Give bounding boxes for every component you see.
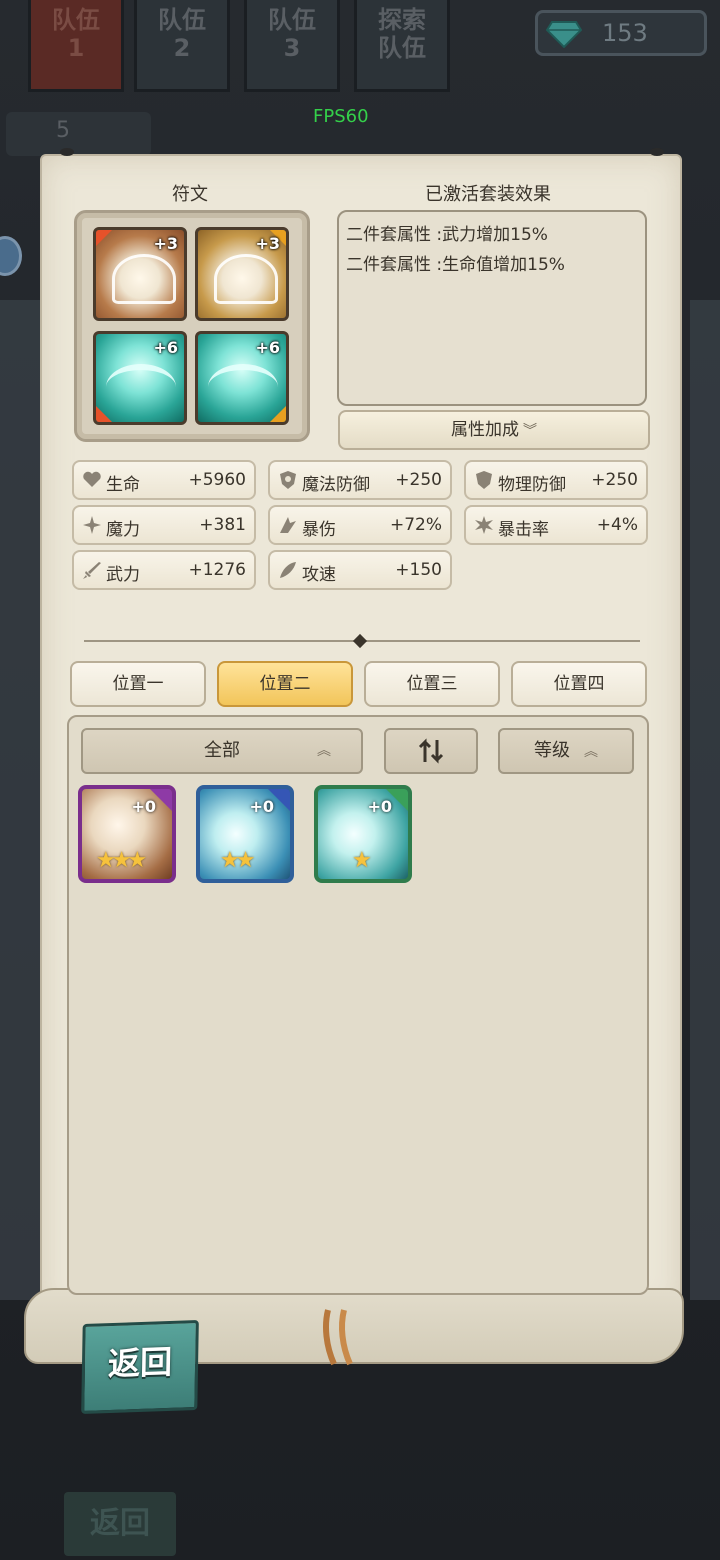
- stat-physical-defense: 物理防御 +250: [464, 460, 648, 500]
- stat-value: +4%: [596, 515, 638, 535]
- stat-magic-defense: 魔法防御 +250: [268, 460, 452, 500]
- attribute-bonus-button[interactable]: 属性加成 ︾: [338, 410, 650, 450]
- set-effect-box: 二件套属性 :武力增加15% 二件套属性 :生命值增加15%: [337, 210, 647, 406]
- rune-slot-2[interactable]: +3: [195, 227, 289, 321]
- stat-value: +150: [395, 560, 442, 580]
- rune-slot-4[interactable]: +6: [195, 331, 289, 425]
- sort-order-button[interactable]: [384, 728, 478, 774]
- item-level: +0: [249, 797, 274, 816]
- inventory-rune-item[interactable]: +0 ★: [314, 785, 412, 883]
- star-rating-icon: ★: [352, 848, 372, 873]
- rune-level: +3: [153, 234, 178, 253]
- stat-value: +381: [199, 515, 246, 535]
- sort-level-label: 等级: [534, 740, 570, 761]
- back-button[interactable]: 返回: [81, 1320, 199, 1414]
- background-squad-count: 5: [6, 112, 151, 156]
- background-pillar-right: [690, 300, 720, 1300]
- set-effect-title: 已激活套装效果: [425, 184, 551, 205]
- stat-name: 魔力: [106, 520, 140, 540]
- stat-name: 暴伤: [302, 520, 336, 540]
- magic-shield-icon: [280, 471, 296, 489]
- shield-icon: [476, 471, 492, 489]
- item-level: +0: [367, 797, 392, 816]
- gem-count: 153: [602, 19, 648, 47]
- chevron-up-icon: ︽: [317, 743, 331, 759]
- equipped-rune-frame: +3 +3 +6 +6: [74, 210, 310, 442]
- stat-value: +250: [591, 470, 638, 490]
- stat-value: +250: [395, 470, 442, 490]
- rune-level: +6: [153, 338, 178, 357]
- item-level: +0: [131, 797, 156, 816]
- stat-value: +1276: [188, 560, 246, 580]
- heart-icon: [83, 471, 101, 487]
- sparkle-icon: [83, 516, 101, 534]
- inventory-rune-item[interactable]: +0 ★★: [196, 785, 294, 883]
- stat-value: +5960: [188, 470, 246, 490]
- gem-counter: 153: [535, 10, 707, 56]
- star-rating-icon: ★★★: [96, 848, 147, 873]
- background-back-button: 返回: [64, 1492, 176, 1556]
- scroll-tie-icon: [323, 1309, 353, 1366]
- stat-name: 物理防御: [498, 475, 566, 495]
- stat-name: 攻速: [302, 565, 336, 585]
- stat-crit-rate: 暴击率 +4%: [464, 505, 648, 545]
- tab-position-4[interactable]: 位置四: [511, 661, 647, 707]
- background-pillar-left: [0, 300, 40, 1300]
- rune-slot-3[interactable]: +6: [93, 331, 187, 425]
- set-effect-line: 二件套属性 :武力增加15%: [346, 225, 548, 245]
- team-tab-1[interactable]: 队伍 1: [28, 0, 124, 92]
- sort-level-button[interactable]: 等级 ︽: [498, 728, 634, 774]
- tab-position-3[interactable]: 位置三: [364, 661, 500, 707]
- scroll-pin-left: [60, 148, 74, 156]
- speed-icon: [280, 562, 296, 578]
- fps-counter: FPS60: [313, 106, 369, 127]
- stat-value: +72%: [389, 515, 442, 535]
- stat-name: 武力: [106, 565, 140, 585]
- set-effect-line: 二件套属性 :生命值增加15%: [346, 255, 565, 275]
- filter-all-label: 全部: [204, 740, 240, 761]
- attribute-bonus-label: 属性加成: [451, 420, 519, 440]
- chevron-down-icon: ︾: [523, 423, 537, 439]
- stat-strength: 武力 +1276: [72, 550, 256, 590]
- crit-damage-icon: [280, 517, 296, 533]
- rarity-corner: [96, 230, 112, 246]
- rarity-corner: [270, 406, 286, 422]
- tab-position-1[interactable]: 位置一: [70, 661, 206, 707]
- rune-level: +6: [255, 338, 280, 357]
- scroll-pin-right: [650, 148, 664, 156]
- rune-level: +3: [255, 234, 280, 253]
- team-tab-3[interactable]: 队伍 3: [244, 0, 340, 92]
- stat-name: 魔法防御: [302, 475, 370, 495]
- stat-attack-speed: 攻速 +150: [268, 550, 452, 590]
- stat-hp: 生命 +5960: [72, 460, 256, 500]
- rune-slot-1[interactable]: +3: [93, 227, 187, 321]
- star-rating-icon: ★★: [220, 848, 256, 873]
- stat-crit-damage: 暴伤 +72%: [268, 505, 452, 545]
- diamond-icon: [546, 21, 582, 48]
- filter-all-button[interactable]: 全部 ︽: [81, 728, 363, 774]
- stat-name: 生命: [106, 475, 140, 495]
- inventory-rune-item[interactable]: +0 ★★★: [78, 785, 176, 883]
- chevron-up-icon: ︽: [584, 744, 598, 760]
- crit-rate-icon: [475, 516, 493, 534]
- rarity-corner: [96, 406, 112, 422]
- stat-name: 暴击率: [498, 520, 549, 540]
- team-tab-2[interactable]: 队伍 2: [134, 0, 230, 92]
- stat-magic-power: 魔力 +381: [72, 505, 256, 545]
- rune-section-title: 符文: [172, 184, 208, 205]
- sort-arrows-icon: [418, 738, 444, 764]
- sword-icon: [83, 562, 101, 579]
- team-tab-explore[interactable]: 探索 队伍: [354, 0, 450, 92]
- tab-position-2[interactable]: 位置二: [217, 661, 353, 707]
